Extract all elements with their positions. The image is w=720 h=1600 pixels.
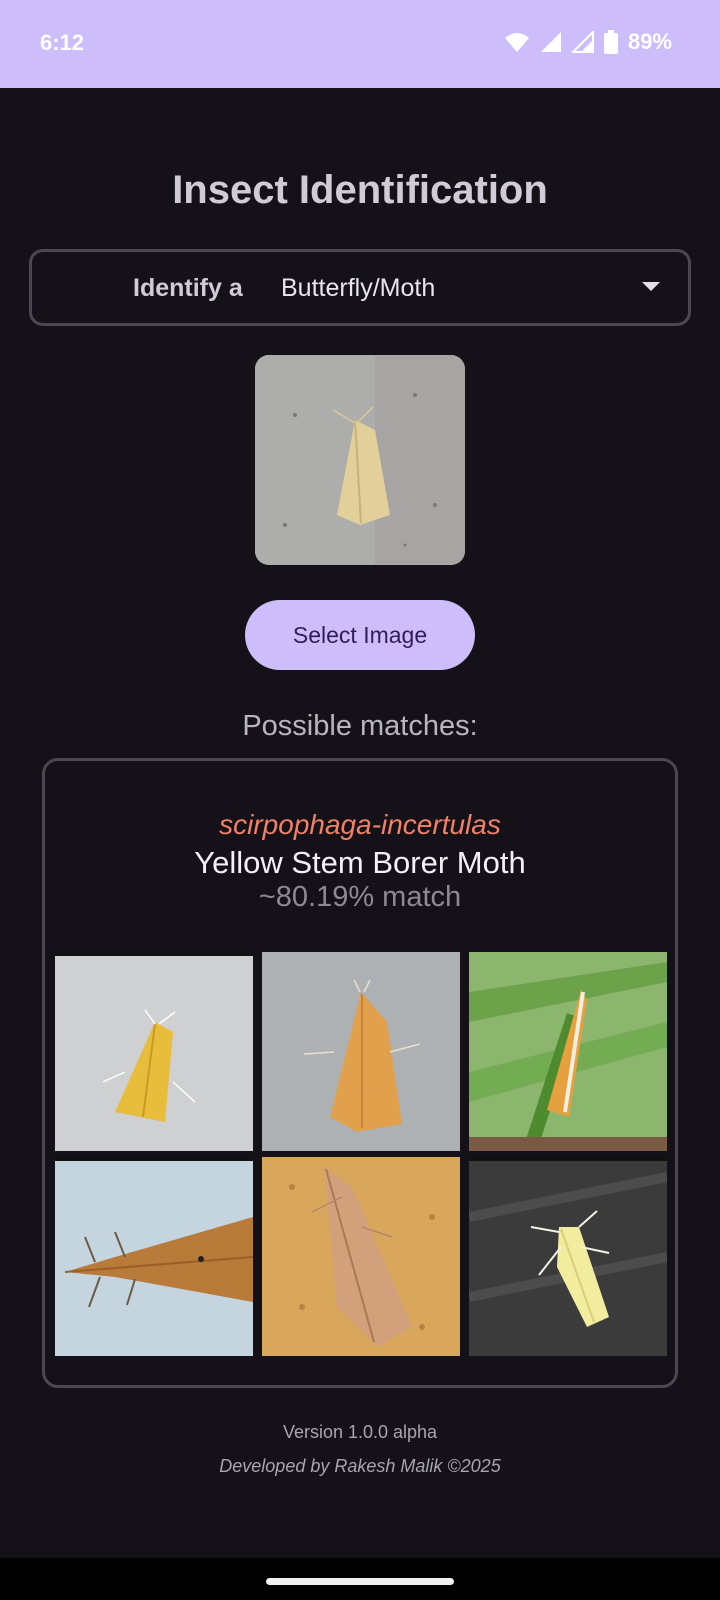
reference-image[interactable]	[55, 952, 253, 1151]
wifi-icon	[504, 33, 529, 52]
reference-image[interactable]	[469, 1157, 667, 1356]
dropdown-selected-value: Butterfly/Moth	[281, 274, 436, 302]
navigation-bar	[0, 1558, 720, 1600]
scientific-name: scirpophaga-incertulas	[219, 809, 501, 840]
status-time: 6:12	[40, 30, 85, 55]
developer-credit: Developed by Rakesh Malik ©2025	[219, 1456, 501, 1476]
select-image-button[interactable]: Select Image	[245, 600, 475, 670]
status-bar: 6:12 89%	[0, 0, 720, 88]
battery-icon	[603, 30, 618, 54]
match-result-card: scirpophaga-incertulas Yellow Stem Borer…	[42, 758, 678, 1388]
reference-image[interactable]	[55, 1157, 253, 1356]
caret-down-icon	[642, 282, 660, 291]
match-percentage: ~80.19% match	[258, 881, 462, 913]
selected-image-preview	[255, 355, 465, 565]
dropdown-label: Identify a	[133, 274, 243, 302]
cell-signal-icon	[540, 32, 561, 52]
home-gesture-handle[interactable]	[266, 1578, 454, 1585]
insect-type-dropdown[interactable]: Identify a Butterfly/Moth	[29, 249, 691, 326]
cell-signal-icon	[571, 31, 594, 53]
page-title: Insect Identification	[172, 168, 548, 212]
reference-image[interactable]	[469, 952, 667, 1151]
reference-image[interactable]	[262, 952, 460, 1151]
reference-image-gallery	[55, 952, 667, 1356]
common-name: Yellow Stem Borer Moth	[194, 845, 526, 880]
possible-matches-heading: Possible matches:	[242, 710, 478, 742]
status-icons: 89%	[504, 28, 672, 56]
battery-percent: 89%	[627, 29, 672, 54]
version-text: Version 1.0.0 alpha	[282, 1422, 438, 1442]
reference-image[interactable]	[262, 1157, 460, 1356]
